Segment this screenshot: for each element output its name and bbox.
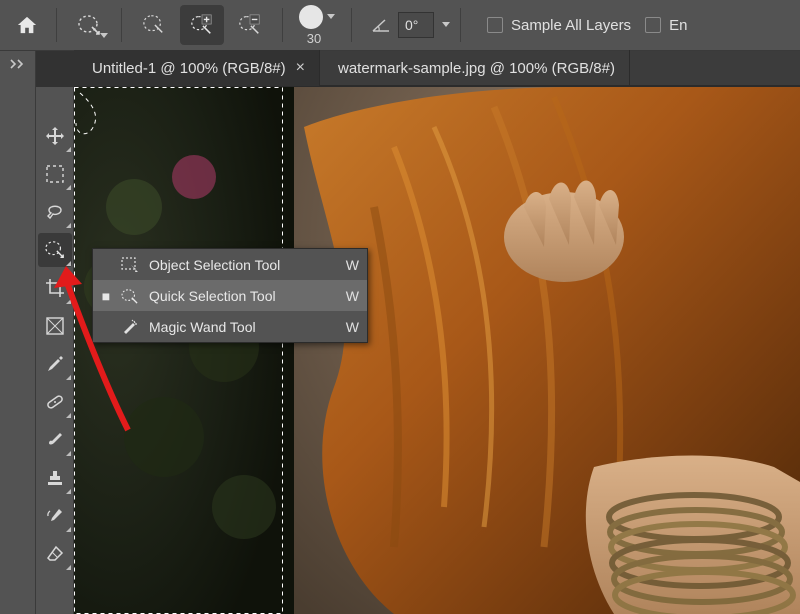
divider xyxy=(121,8,122,42)
angle-input[interactable]: 0° xyxy=(398,12,434,38)
frame-tool[interactable] xyxy=(38,309,72,343)
flyout-indicator-icon xyxy=(66,299,71,304)
tab-watermark-sample[interactable]: watermark-sample.jpg @ 100% (RGB/8#) xyxy=(320,50,630,86)
flyout-shortcut: W xyxy=(341,319,359,335)
lasso-icon xyxy=(45,202,65,222)
eraser-icon xyxy=(45,544,65,564)
tools-panel xyxy=(36,87,74,614)
brush-tool[interactable] xyxy=(38,423,72,457)
flyout-indicator-icon xyxy=(66,451,71,456)
new-selection-icon xyxy=(142,14,166,36)
add-selection-icon xyxy=(189,13,215,37)
chevron-down-icon xyxy=(327,14,335,20)
magic-wand-icon xyxy=(119,319,141,335)
sample-all-layers-label: Sample All Layers xyxy=(511,17,631,34)
flyout-quick-selection[interactable]: ■ Quick Selection Tool W xyxy=(93,280,367,311)
home-icon xyxy=(16,15,38,35)
flyout-label: Quick Selection Tool xyxy=(149,288,333,304)
chevron-down-icon xyxy=(442,22,450,28)
divider xyxy=(56,8,57,42)
eraser-tool[interactable] xyxy=(38,537,72,571)
divider xyxy=(282,8,283,42)
flyout-indicator-icon xyxy=(66,413,71,418)
quick-selection-tool[interactable] xyxy=(38,233,72,267)
flyout-shortcut: W xyxy=(341,257,359,273)
flyout-shortcut: W xyxy=(341,288,359,304)
history-brush-tool[interactable] xyxy=(38,499,72,533)
enhance-edge-label: En xyxy=(669,17,687,34)
flyout-object-selection[interactable]: Object Selection Tool W xyxy=(93,249,367,280)
flyout-indicator-icon xyxy=(66,489,71,494)
home-button[interactable] xyxy=(6,6,48,44)
tab-untitled-1[interactable]: Untitled-1 @ 100% (RGB/8#) × xyxy=(74,50,320,86)
document-canvas[interactable] xyxy=(74,87,800,614)
eyedropper-tool[interactable] xyxy=(38,347,72,381)
subtract-selection-icon xyxy=(237,13,263,37)
move-tool[interactable] xyxy=(38,119,72,153)
close-icon[interactable]: × xyxy=(296,59,305,77)
marquee-tool[interactable] xyxy=(38,157,72,191)
angle-icon xyxy=(370,16,392,34)
crop-tool[interactable] xyxy=(38,271,72,305)
flyout-label: Object Selection Tool xyxy=(149,257,333,273)
selection-brush-icon xyxy=(76,13,102,37)
flyout-indicator-icon xyxy=(66,147,71,152)
quick-selection-icon xyxy=(44,240,66,260)
document-tab-bar: Untitled-1 @ 100% (RGB/8#) × watermark-s… xyxy=(74,51,800,87)
new-selection-button[interactable] xyxy=(132,5,176,45)
move-icon xyxy=(45,126,65,146)
crop-icon xyxy=(45,278,65,298)
healing-brush-tool[interactable] xyxy=(38,385,72,419)
sample-all-layers-checkbox[interactable]: Sample All Layers xyxy=(487,17,631,34)
divider xyxy=(460,8,461,42)
tab-label: watermark-sample.jpg @ 100% (RGB/8#) xyxy=(338,60,615,77)
angle-value: 0° xyxy=(405,17,418,33)
object-selection-icon xyxy=(119,257,141,273)
brush-size-label: 30 xyxy=(307,31,321,46)
checkbox-icon xyxy=(487,17,503,33)
current-indicator: ■ xyxy=(101,288,111,304)
brush-icon xyxy=(45,430,65,450)
clone-stamp-tool[interactable] xyxy=(38,461,72,495)
add-selection-button[interactable] xyxy=(180,5,224,45)
flyout-indicator-icon xyxy=(66,223,71,228)
frame-icon xyxy=(46,317,64,335)
flyout-label: Magic Wand Tool xyxy=(149,319,333,335)
lasso-tool[interactable] xyxy=(38,195,72,229)
flyout-indicator-icon xyxy=(66,375,71,380)
marquee-icon xyxy=(46,165,64,183)
flyout-indicator-icon xyxy=(66,565,71,570)
enhance-edge-checkbox[interactable]: En xyxy=(645,17,687,34)
panel-collapse-bar xyxy=(0,51,36,614)
brush-preview-icon xyxy=(299,5,323,29)
selection-tool-flyout: Object Selection Tool W ■ Quick Selectio… xyxy=(92,248,368,343)
angle-dropdown[interactable] xyxy=(440,22,452,28)
history-brush-icon xyxy=(45,506,65,526)
double-chevron-right-icon xyxy=(10,59,26,69)
brush-size-picker[interactable]: 30 xyxy=(293,5,341,45)
angle-control: 0° xyxy=(370,12,452,38)
stamp-icon xyxy=(45,468,65,488)
flyout-indicator-icon xyxy=(66,261,71,266)
options-bar: 30 0° Sample All Layers En xyxy=(0,0,800,51)
chevron-down-icon xyxy=(100,33,108,39)
flyout-magic-wand[interactable]: Magic Wand Tool W xyxy=(93,311,367,342)
bandaid-icon xyxy=(45,392,65,412)
flyout-indicator-icon xyxy=(66,185,71,190)
divider xyxy=(351,8,352,42)
photo-content xyxy=(74,87,800,614)
subtract-selection-button[interactable] xyxy=(228,5,272,45)
tab-label: Untitled-1 @ 100% (RGB/8#) xyxy=(92,60,286,77)
checkbox-icon xyxy=(645,17,661,33)
selection-brush-button[interactable] xyxy=(67,5,111,45)
quick-selection-icon xyxy=(119,288,141,304)
flyout-indicator-icon xyxy=(66,527,71,532)
eyedropper-icon xyxy=(45,354,65,374)
expand-panels-button[interactable] xyxy=(0,55,35,73)
